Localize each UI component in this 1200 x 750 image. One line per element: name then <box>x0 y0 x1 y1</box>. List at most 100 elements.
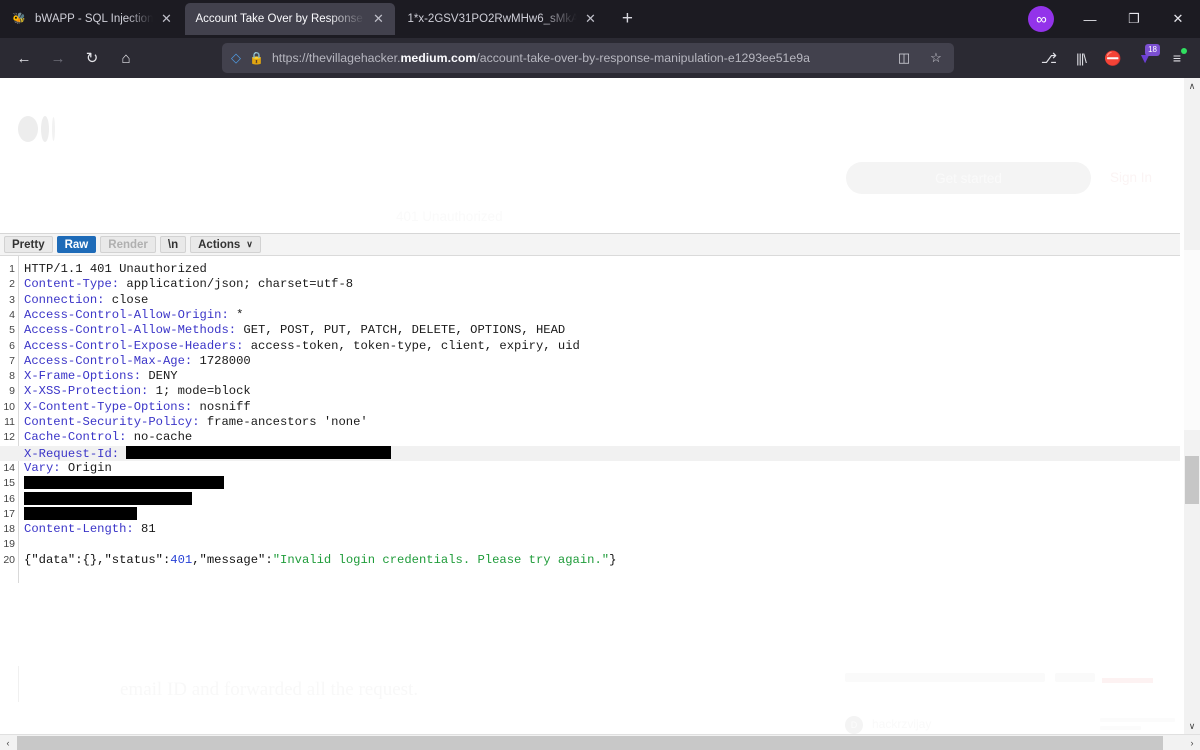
horizontal-scrollbar[interactable]: ‹ › <box>0 734 1200 750</box>
close-window-button[interactable]: ✕ <box>1156 0 1200 38</box>
line-number: 2 <box>9 278 15 291</box>
line-number: 19 <box>3 538 15 551</box>
browser-tab-2[interactable]: 1*x-2GSV31PO2RwMHw6_sMkA.png ✕ <box>397 3 607 35</box>
tab-close-button[interactable]: ✕ <box>581 10 599 28</box>
line-number-gutter: 1234567891011121314151617181920 <box>0 256 19 583</box>
navigation-toolbar: ← → ↻ ⌂ ◇ 🔒 https://thevillagehacker.med… <box>0 38 1200 78</box>
response-line: Access-Control-Allow-Origin: * <box>24 308 1180 323</box>
render-button[interactable]: Render <box>100 236 156 253</box>
json-status-value: 401 <box>170 552 193 567</box>
line-number: 10 <box>3 400 15 413</box>
medium-logo[interactable] <box>18 116 55 142</box>
extensions-area: ⎇ |||\ ⛔ ▼ 18 ≡ <box>1034 43 1192 73</box>
scroll-left-arrow-icon[interactable]: ‹ <box>0 735 16 750</box>
line-number: 18 <box>3 523 15 536</box>
response-line <box>24 537 1180 552</box>
line-number: 6 <box>9 339 15 352</box>
header-name: Access-Control-Expose-Headers: <box>24 338 244 353</box>
pretty-button[interactable]: Pretty <box>4 236 53 253</box>
tab-title: bWAPP - SQL Injection <box>35 13 154 25</box>
raw-button[interactable]: Raw <box>56 236 97 253</box>
burp-response-panel: Pretty Raw Render \n Actions ∨ 123456789… <box>0 233 1180 583</box>
header-value: application/json; charset=utf-8 <box>119 277 354 292</box>
header-value: DENY <box>141 369 178 384</box>
redaction-bar <box>24 491 192 505</box>
line-number: 17 <box>3 507 15 520</box>
library-icon[interactable]: |||\ <box>1066 43 1096 73</box>
response-line <box>24 476 1180 491</box>
app-menu-icon[interactable]: ≡ <box>1162 43 1192 73</box>
padlock-icon[interactable]: 🔒 <box>249 51 264 65</box>
header-value: close <box>104 292 149 307</box>
json-key-fragment: ,"message": <box>192 552 273 567</box>
header-name: Vary: <box>24 460 61 475</box>
header-name: Access-Control-Max-Age: <box>24 353 193 368</box>
header-value: 1728000 <box>192 353 251 368</box>
vertical-scrollbar-thumb[interactable] <box>1185 456 1199 504</box>
response-line: X-XSS-Protection: 1; mode=block <box>24 384 1180 399</box>
header-name: X-Request-Id: <box>24 446 120 461</box>
get-started-button[interactable]: Get started <box>846 162 1091 194</box>
forward-button[interactable]: → <box>42 43 74 73</box>
maximize-button[interactable]: ❐ <box>1112 0 1156 38</box>
back-button[interactable]: ← <box>8 43 40 73</box>
pocket-icon[interactable]: ⎇ <box>1034 43 1064 73</box>
sign-in-link[interactable]: Sign In <box>1110 170 1152 185</box>
minimize-button[interactable]: — <box>1068 0 1112 38</box>
json-key-fragment: {"data":{},"status": <box>24 552 171 567</box>
line-number: 12 <box>3 431 15 444</box>
scroll-down-arrow-icon[interactable]: ∨ <box>1184 718 1200 734</box>
downloads-badge: 18 <box>1145 44 1160 56</box>
header-name: Content-Security-Policy: <box>24 415 200 429</box>
header-name: X-XSS-Protection: <box>24 384 149 399</box>
burp-response-body[interactable]: 1234567891011121314151617181920 HTTP/1.1… <box>0 256 1180 583</box>
response-line: Cache-Control: no-cache <box>24 430 1180 445</box>
reload-button[interactable]: ↻ <box>76 43 108 73</box>
tab-title: 1*x-2GSV31PO2RwMHw6_sMkA.png <box>407 13 578 25</box>
downloads-icon[interactable]: ▼ 18 <box>1130 43 1160 73</box>
tab-strip: 🐝 bWAPP - SQL Injection ✕ Account Take O… <box>0 0 1200 38</box>
response-line: X-Request-Id: <box>0 445 1180 461</box>
redaction-bar <box>126 445 392 459</box>
home-button[interactable]: ⌂ <box>110 43 142 73</box>
related-author-name[interactable]: hackrzvijay <box>872 717 931 731</box>
browser-tab-1[interactable]: Account Take Over by Response Ma ✕ <box>185 3 396 35</box>
header-name: Access-Control-Allow-Methods: <box>24 323 237 338</box>
related-section-heading <box>845 673 1045 682</box>
horizontal-scrollbar-thumb[interactable] <box>17 736 1163 750</box>
scroll-up-arrow-icon[interactable]: ∧ <box>1184 78 1200 94</box>
vertical-scrollbar[interactable]: ∧ ∨ <box>1184 78 1200 734</box>
actions-label: Actions <box>198 238 241 251</box>
response-line: Content-Length: 81 <box>24 522 1180 537</box>
scroll-right-arrow-icon[interactable]: › <box>1184 735 1200 750</box>
line-number: 11 <box>4 416 15 428</box>
line-number: 4 <box>9 308 15 321</box>
shield-icon[interactable]: ◇ <box>231 50 241 66</box>
window-controls: ∞ — ❐ ✕ <box>1028 0 1200 38</box>
article-paragraph-2: email ID and forwarded all the request. <box>120 679 419 700</box>
star-icon[interactable]: ☆ <box>924 46 948 70</box>
header-name: Content-Length: <box>24 522 134 537</box>
tab-close-button[interactable]: ✕ <box>369 10 387 28</box>
redaction-bar <box>24 506 137 520</box>
line-number: 7 <box>9 354 15 367</box>
response-line: Content-Security-Policy: frame-ancestors… <box>24 415 1180 430</box>
reader-view-icon[interactable]: ◫ <box>892 46 916 70</box>
browser-tab-0[interactable]: 🐝 bWAPP - SQL Injection ✕ <box>1 3 183 35</box>
tab-title: Account Take Over by Response Ma <box>195 13 366 25</box>
url-bar-wrapper: ◇ 🔒 https://thevillagehacker.medium.com/… <box>152 43 1024 73</box>
line-number: 15 <box>3 477 15 490</box>
header-name: Cache-Control: <box>24 430 127 445</box>
account-badge-icon[interactable]: ∞ <box>1028 6 1054 32</box>
actions-button[interactable]: Actions ∨ <box>190 236 261 253</box>
address-bar[interactable]: ◇ 🔒 https://thevillagehacker.medium.com/… <box>222 43 954 73</box>
new-tab-button[interactable]: + <box>612 4 642 34</box>
burp-toolbar: Pretty Raw Render \n Actions ∨ <box>0 234 1180 256</box>
blockquote-bar <box>18 666 19 702</box>
response-line: X-Frame-Options: DENY <box>24 369 1180 384</box>
url-text: https://thevillagehacker.medium.com/acco… <box>271 51 810 65</box>
newline-button[interactable]: \n <box>159 236 187 253</box>
related-section-link[interactable] <box>1055 673 1095 682</box>
tab-close-button[interactable]: ✕ <box>157 10 175 28</box>
blocker-icon[interactable]: ⛔ <box>1098 43 1128 73</box>
